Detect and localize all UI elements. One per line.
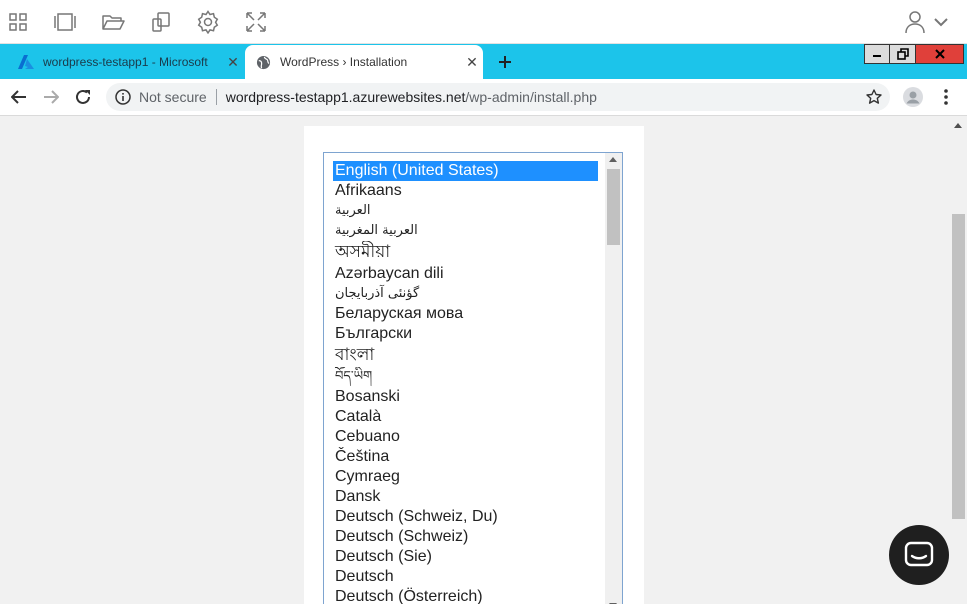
language-option[interactable]: Čeština (333, 447, 598, 467)
browser-toolbar: Not secure wordpress-testapp1.azurewebsi… (0, 79, 967, 116)
security-status: Not secure (139, 89, 207, 105)
language-option[interactable]: English (United States) (333, 161, 598, 181)
tab-title: wordpress-testapp1 - Microsoft (43, 55, 208, 69)
new-tab-plus-icon[interactable] (493, 52, 517, 72)
tab-wordpress-installation[interactable]: WordPress › Installation ✕ (245, 45, 483, 79)
language-option[interactable]: Deutsch (Schweiz, Du) (333, 507, 598, 527)
app-top-bar (0, 0, 967, 44)
info-icon[interactable] (114, 89, 132, 105)
language-option[interactable]: Deutsch (Österreich) (333, 587, 598, 604)
address-bar[interactable]: Not secure wordpress-testapp1.azurewebsi… (106, 83, 890, 111)
more-menu-icon[interactable] (934, 85, 958, 109)
language-option[interactable]: Cebuano (333, 427, 598, 447)
bookmark-star-icon[interactable] (864, 87, 884, 107)
page-scrollbar[interactable] (950, 116, 967, 604)
language-option[interactable]: العربية (333, 201, 598, 221)
browser-tab-strip: wordpress-testapp1 - Microsoft ✕ WordPre… (0, 44, 967, 79)
scroll-up-arrow-icon[interactable] (609, 157, 617, 162)
install-card: English (United States) Afrikaans العربية ا… (304, 126, 644, 604)
language-list-scrollbar[interactable] (605, 153, 622, 604)
globe-icon (255, 54, 271, 70)
language-option[interactable]: Deutsch (333, 567, 598, 587)
language-option[interactable]: Català (333, 407, 598, 427)
scrollbar-thumb[interactable] (607, 169, 620, 245)
minimize-icon[interactable] (864, 44, 890, 64)
language-select-list[interactable]: English (United States) Afrikaans العربية ا… (323, 152, 623, 604)
language-option[interactable]: Cymraeg (333, 467, 598, 487)
restore-icon[interactable] (890, 44, 916, 64)
back-arrow-icon[interactable] (7, 85, 31, 109)
user-icon[interactable] (902, 9, 928, 35)
settings-gear-icon[interactable] (195, 9, 221, 35)
forward-arrow-icon[interactable] (39, 85, 63, 109)
language-option[interactable]: Bosanski (333, 387, 598, 407)
window-controls (864, 44, 964, 64)
tab-title: WordPress › Installation (280, 55, 408, 69)
chat-launcher-button[interactable] (889, 525, 949, 585)
devices-icon[interactable] (148, 9, 174, 35)
language-options: English (United States) Afrikaans العربية ا… (333, 161, 598, 604)
close-tab-icon[interactable]: ✕ (222, 54, 244, 71)
language-option[interactable]: བོད་ཡིག (333, 367, 598, 387)
language-option[interactable]: Deutsch (Sie) (333, 547, 598, 567)
page-scrollbar-thumb[interactable] (952, 214, 965, 519)
language-option[interactable]: گؤنئی آذربایجان (333, 284, 598, 304)
language-option[interactable]: Български (333, 324, 598, 344)
fullscreen-icon[interactable] (243, 9, 269, 35)
page-content: English (United States) Afrikaans العربية ا… (0, 116, 967, 604)
close-window-icon[interactable] (916, 44, 964, 64)
folder-icon[interactable] (100, 9, 126, 35)
page-scroll-up-arrow-icon[interactable] (954, 123, 962, 128)
language-option[interactable]: Afrikaans (333, 181, 598, 201)
chevron-down-icon[interactable] (930, 9, 952, 35)
address-divider (215, 89, 217, 105)
profile-avatar-icon[interactable] (901, 85, 925, 109)
windows-icon[interactable] (52, 9, 78, 35)
language-option[interactable]: অসমীয়া (333, 241, 598, 264)
close-tab-icon[interactable]: ✕ (461, 54, 483, 71)
chat-icon (904, 541, 934, 567)
language-option[interactable]: Azərbaycan dili (333, 264, 598, 284)
language-option[interactable]: বাংলা (333, 344, 598, 367)
url-path: /wp-admin/install.php (465, 89, 597, 105)
language-option[interactable]: العربية المغربية (333, 221, 598, 241)
azure-icon (18, 54, 34, 70)
language-option[interactable]: Dansk (333, 487, 598, 507)
reload-icon[interactable] (71, 85, 95, 109)
language-option[interactable]: Беларуская мова (333, 304, 598, 324)
url-host: wordpress-testapp1.azurewebsites.net (225, 89, 466, 105)
apps-grid-icon[interactable] (5, 9, 31, 35)
tab-azure[interactable]: wordpress-testapp1 - Microsoft ✕ (8, 45, 244, 79)
language-option[interactable]: Deutsch (Schweiz) (333, 527, 598, 547)
